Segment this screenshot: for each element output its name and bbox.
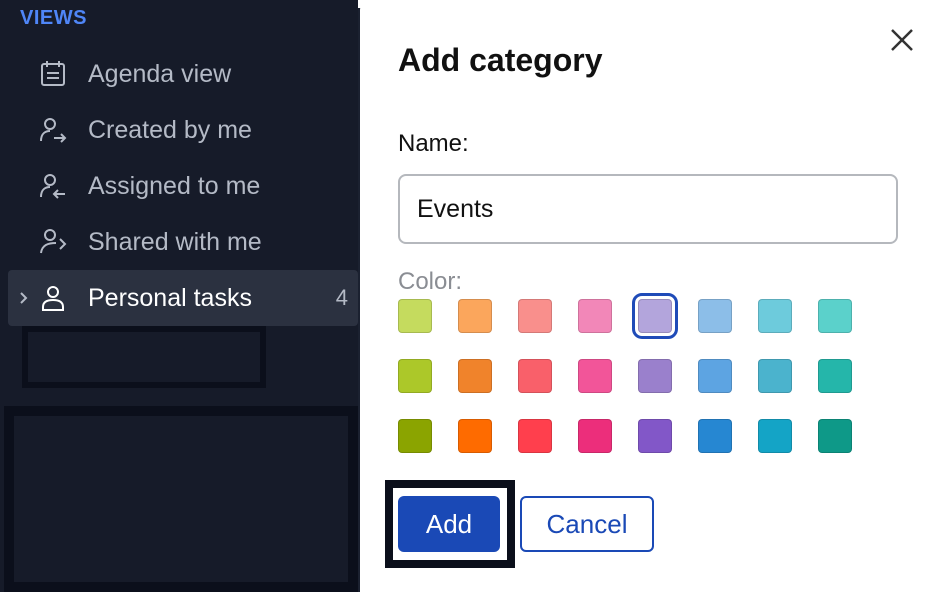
views-heading: VIEWS [20, 7, 87, 29]
user-arrow-left-icon [40, 174, 65, 199]
color-swatch[interactable] [758, 299, 792, 333]
add-button[interactable]: Add [398, 496, 500, 552]
color-label: Color: [398, 268, 463, 295]
sidebar-item-created-by-me[interactable]: Created by me [8, 102, 358, 158]
sidebar-item-personal-tasks[interactable]: Personal tasks 4 [8, 270, 358, 326]
color-swatch[interactable] [458, 419, 492, 453]
color-swatch[interactable] [638, 359, 672, 393]
sidebar-item-assigned-to-me[interactable]: Assigned to me [8, 158, 358, 214]
color-swatch[interactable] [698, 419, 732, 453]
user-arrow-right-icon [40, 118, 67, 143]
sidebar: VIEWS Agenda view Created by me Assigned… [0, 0, 358, 592]
color-swatch[interactable] [638, 419, 672, 453]
color-swatch[interactable] [518, 299, 552, 333]
sidebar-item-shared-with-me[interactable]: Shared with me [8, 214, 358, 270]
user-icon [42, 286, 64, 311]
color-swatch[interactable] [458, 359, 492, 393]
color-swatch[interactable] [698, 359, 732, 393]
color-swatch[interactable] [398, 359, 432, 393]
sidebar-item-label: Agenda view [88, 59, 232, 88]
chevron-right-icon[interactable] [17, 290, 31, 306]
color-swatch[interactable] [758, 419, 792, 453]
sidebar-item-label: Personal tasks [88, 283, 252, 312]
color-swatch[interactable] [578, 419, 612, 453]
name-label: Name: [398, 130, 469, 157]
sidebar-item-agenda-view[interactable]: Agenda view [8, 46, 358, 102]
sidebar-item-label: Created by me [88, 115, 252, 144]
color-swatch[interactable] [578, 299, 612, 333]
color-swatch[interactable] [398, 299, 432, 333]
focus-outline [4, 406, 358, 592]
add-category-dialog: Add category Name: Color: Add Cancel [360, 2, 936, 592]
color-swatch[interactable] [698, 299, 732, 333]
sidebar-item-label: Assigned to me [88, 171, 261, 200]
color-swatch[interactable] [632, 293, 678, 339]
color-swatch[interactable] [818, 419, 852, 453]
share-icon [40, 229, 67, 254]
name-input[interactable] [398, 174, 898, 244]
task-count-badge: 4 [335, 285, 348, 310]
color-swatch[interactable] [818, 299, 852, 333]
calendar-list-icon [41, 61, 65, 86]
color-swatch-grid [398, 293, 868, 459]
cancel-button[interactable]: Cancel [520, 496, 654, 552]
color-swatch[interactable] [398, 419, 432, 453]
sidebar-item-label: Shared with me [88, 227, 262, 256]
color-swatch[interactable] [518, 359, 552, 393]
color-swatch[interactable] [758, 359, 792, 393]
dialog-title: Add category [398, 42, 603, 78]
color-swatch[interactable] [818, 359, 852, 393]
focus-outline [22, 326, 266, 388]
color-swatch[interactable] [578, 359, 612, 393]
close-icon[interactable] [884, 22, 920, 58]
color-swatch[interactable] [518, 419, 552, 453]
color-swatch[interactable] [458, 299, 492, 333]
